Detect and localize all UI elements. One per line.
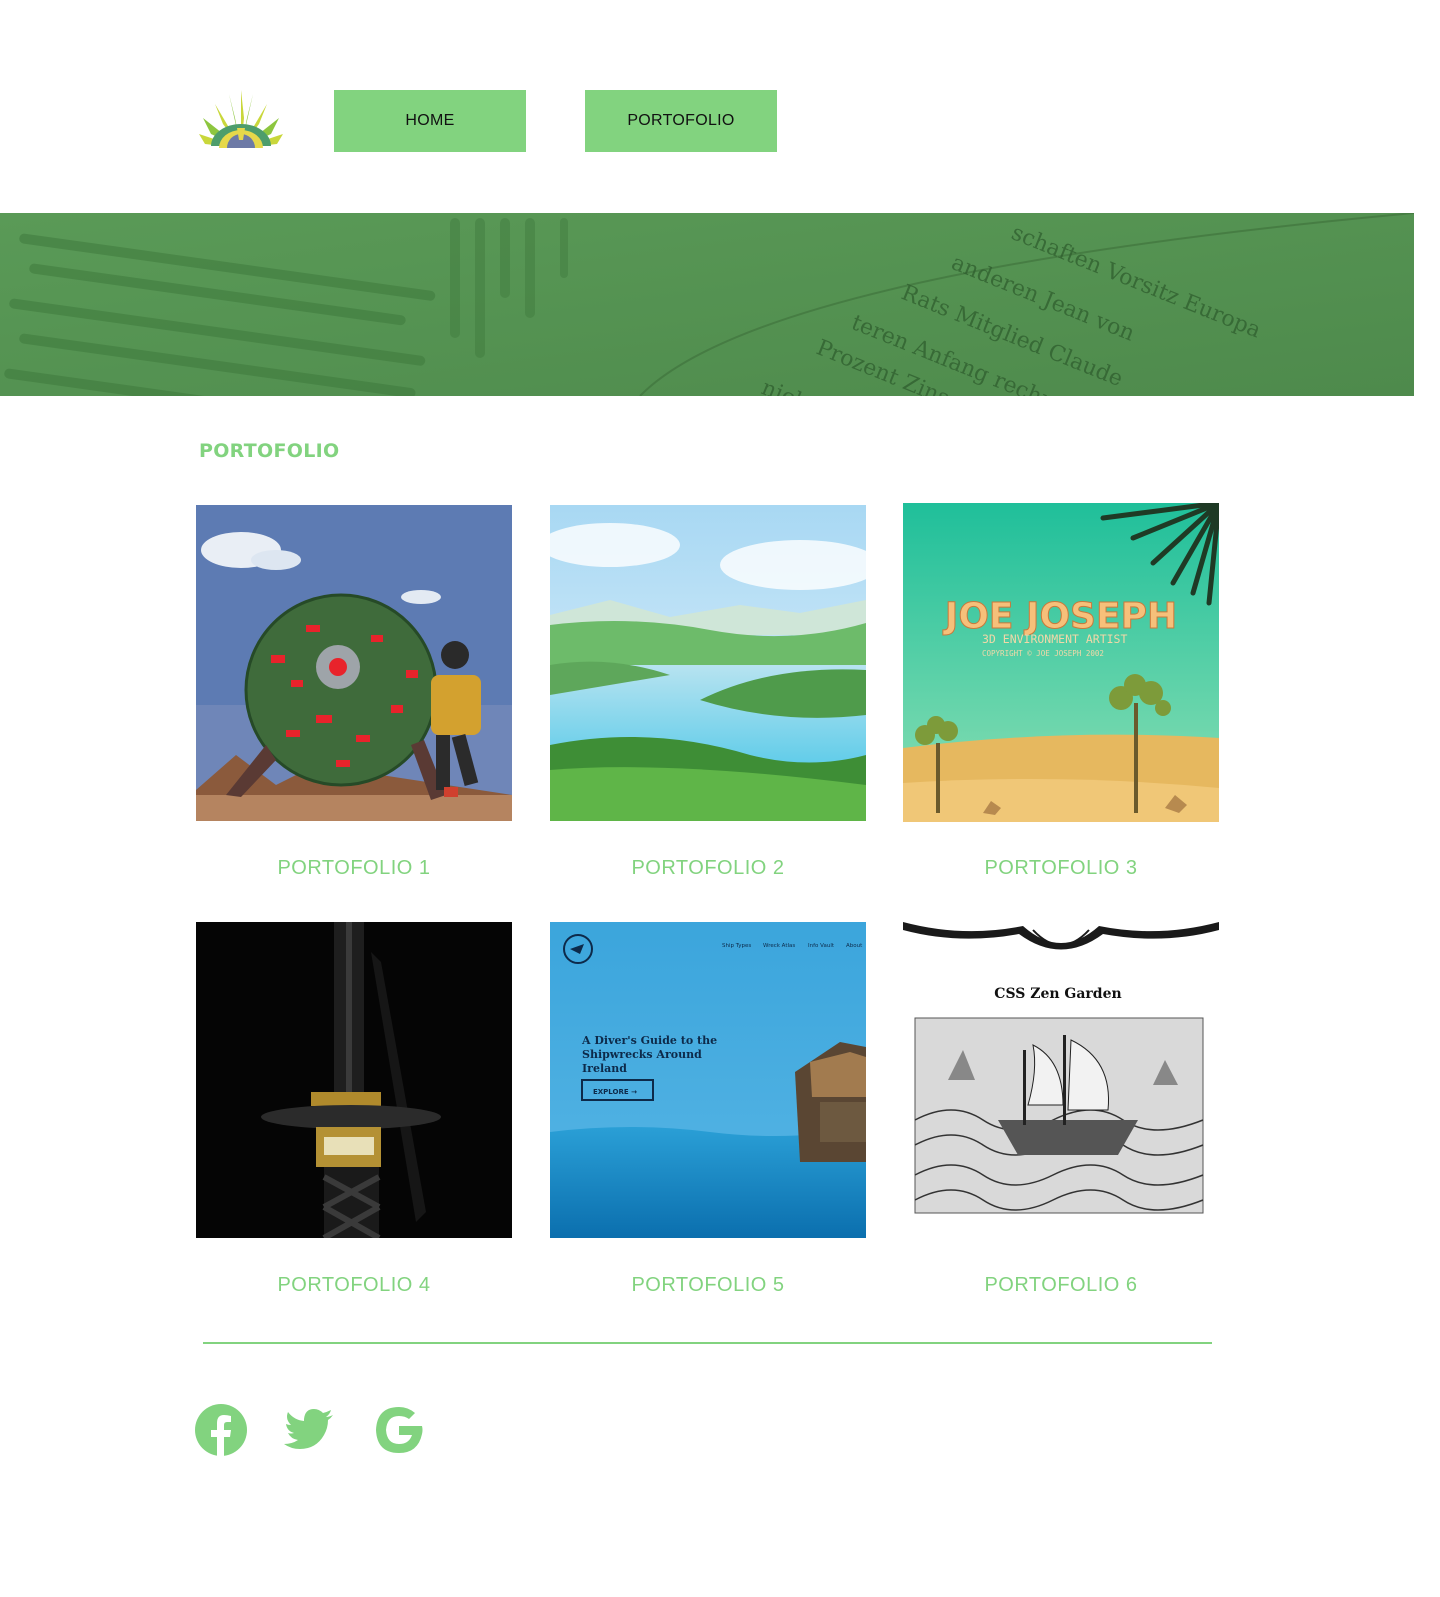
facebook-icon[interactable] [194, 1403, 248, 1457]
portfolio-link-3[interactable]: PORTOFOLIO 3 [903, 857, 1219, 880]
page: HOME PORTOFOLIO Prozent Zinsen Rats Mitg… [0, 0, 1440, 1597]
portfolio-link-6[interactable]: PORTOFOLIO 6 [903, 1274, 1219, 1297]
portfolio-link-1[interactable]: PORTOFOLIO 1 [196, 857, 512, 880]
portfolio-image-2[interactable] [550, 505, 866, 821]
portfolio-image-4[interactable] [196, 922, 512, 1238]
portfolio-5-heading-line: Ireland [582, 1062, 627, 1075]
portfolio-link-2[interactable]: PORTOFOLIO 2 [550, 857, 866, 880]
portfolio-image-3[interactable]: JOE JOSEPH 3D ENVIRONMENT ARTIST COPYRIG… [903, 503, 1219, 822]
portfolio-3-name: JOE JOSEPH [942, 596, 1177, 637]
portfolio-5-nav-item: Info Vault [808, 943, 835, 949]
nav-home-button[interactable]: HOME [334, 90, 526, 152]
section-title: PORTOFOLIO [199, 440, 340, 462]
portfolio-link-5[interactable]: PORTOFOLIO 5 [550, 1274, 866, 1297]
google-icon[interactable] [372, 1403, 426, 1457]
portfolio-5-nav-item: Ship Types [722, 943, 751, 949]
portfolio-5-heading-line: A Diver's Guide to the [581, 1034, 717, 1047]
nav-portfolio-button[interactable]: PORTOFOLIO [585, 90, 777, 152]
portfolio-5-heading-line: Shipwrecks Around [582, 1048, 702, 1061]
portfolio-5-nav-item: About [846, 943, 863, 949]
portfolio-5-button-text: EXPLORE → [593, 1088, 637, 1096]
hero-banner: nicht Prozent Zinsen teren Anfang rechne… [0, 213, 1414, 396]
portfolio-6-title: CSS Zen Garden [994, 986, 1121, 1002]
footer-divider [203, 1342, 1212, 1344]
portfolio-image-5[interactable]: Ship Types Wreck Atlas Info Vault About … [550, 922, 866, 1238]
portfolio-image-1[interactable] [196, 505, 512, 821]
portfolio-3-copyright: COPYRIGHT © JOE JOSEPH 2002 [982, 649, 1104, 658]
portfolio-image-6[interactable]: CSS Zen Garden [903, 920, 1219, 1238]
portfolio-3-role: 3D ENVIRONMENT ARTIST [982, 632, 1127, 646]
twitter-icon[interactable] [283, 1403, 337, 1457]
peacock-fan-logo-icon[interactable] [196, 90, 286, 152]
portfolio-5-nav-item: Wreck Atlas [763, 943, 795, 949]
portfolio-link-4[interactable]: PORTOFOLIO 4 [196, 1274, 512, 1297]
